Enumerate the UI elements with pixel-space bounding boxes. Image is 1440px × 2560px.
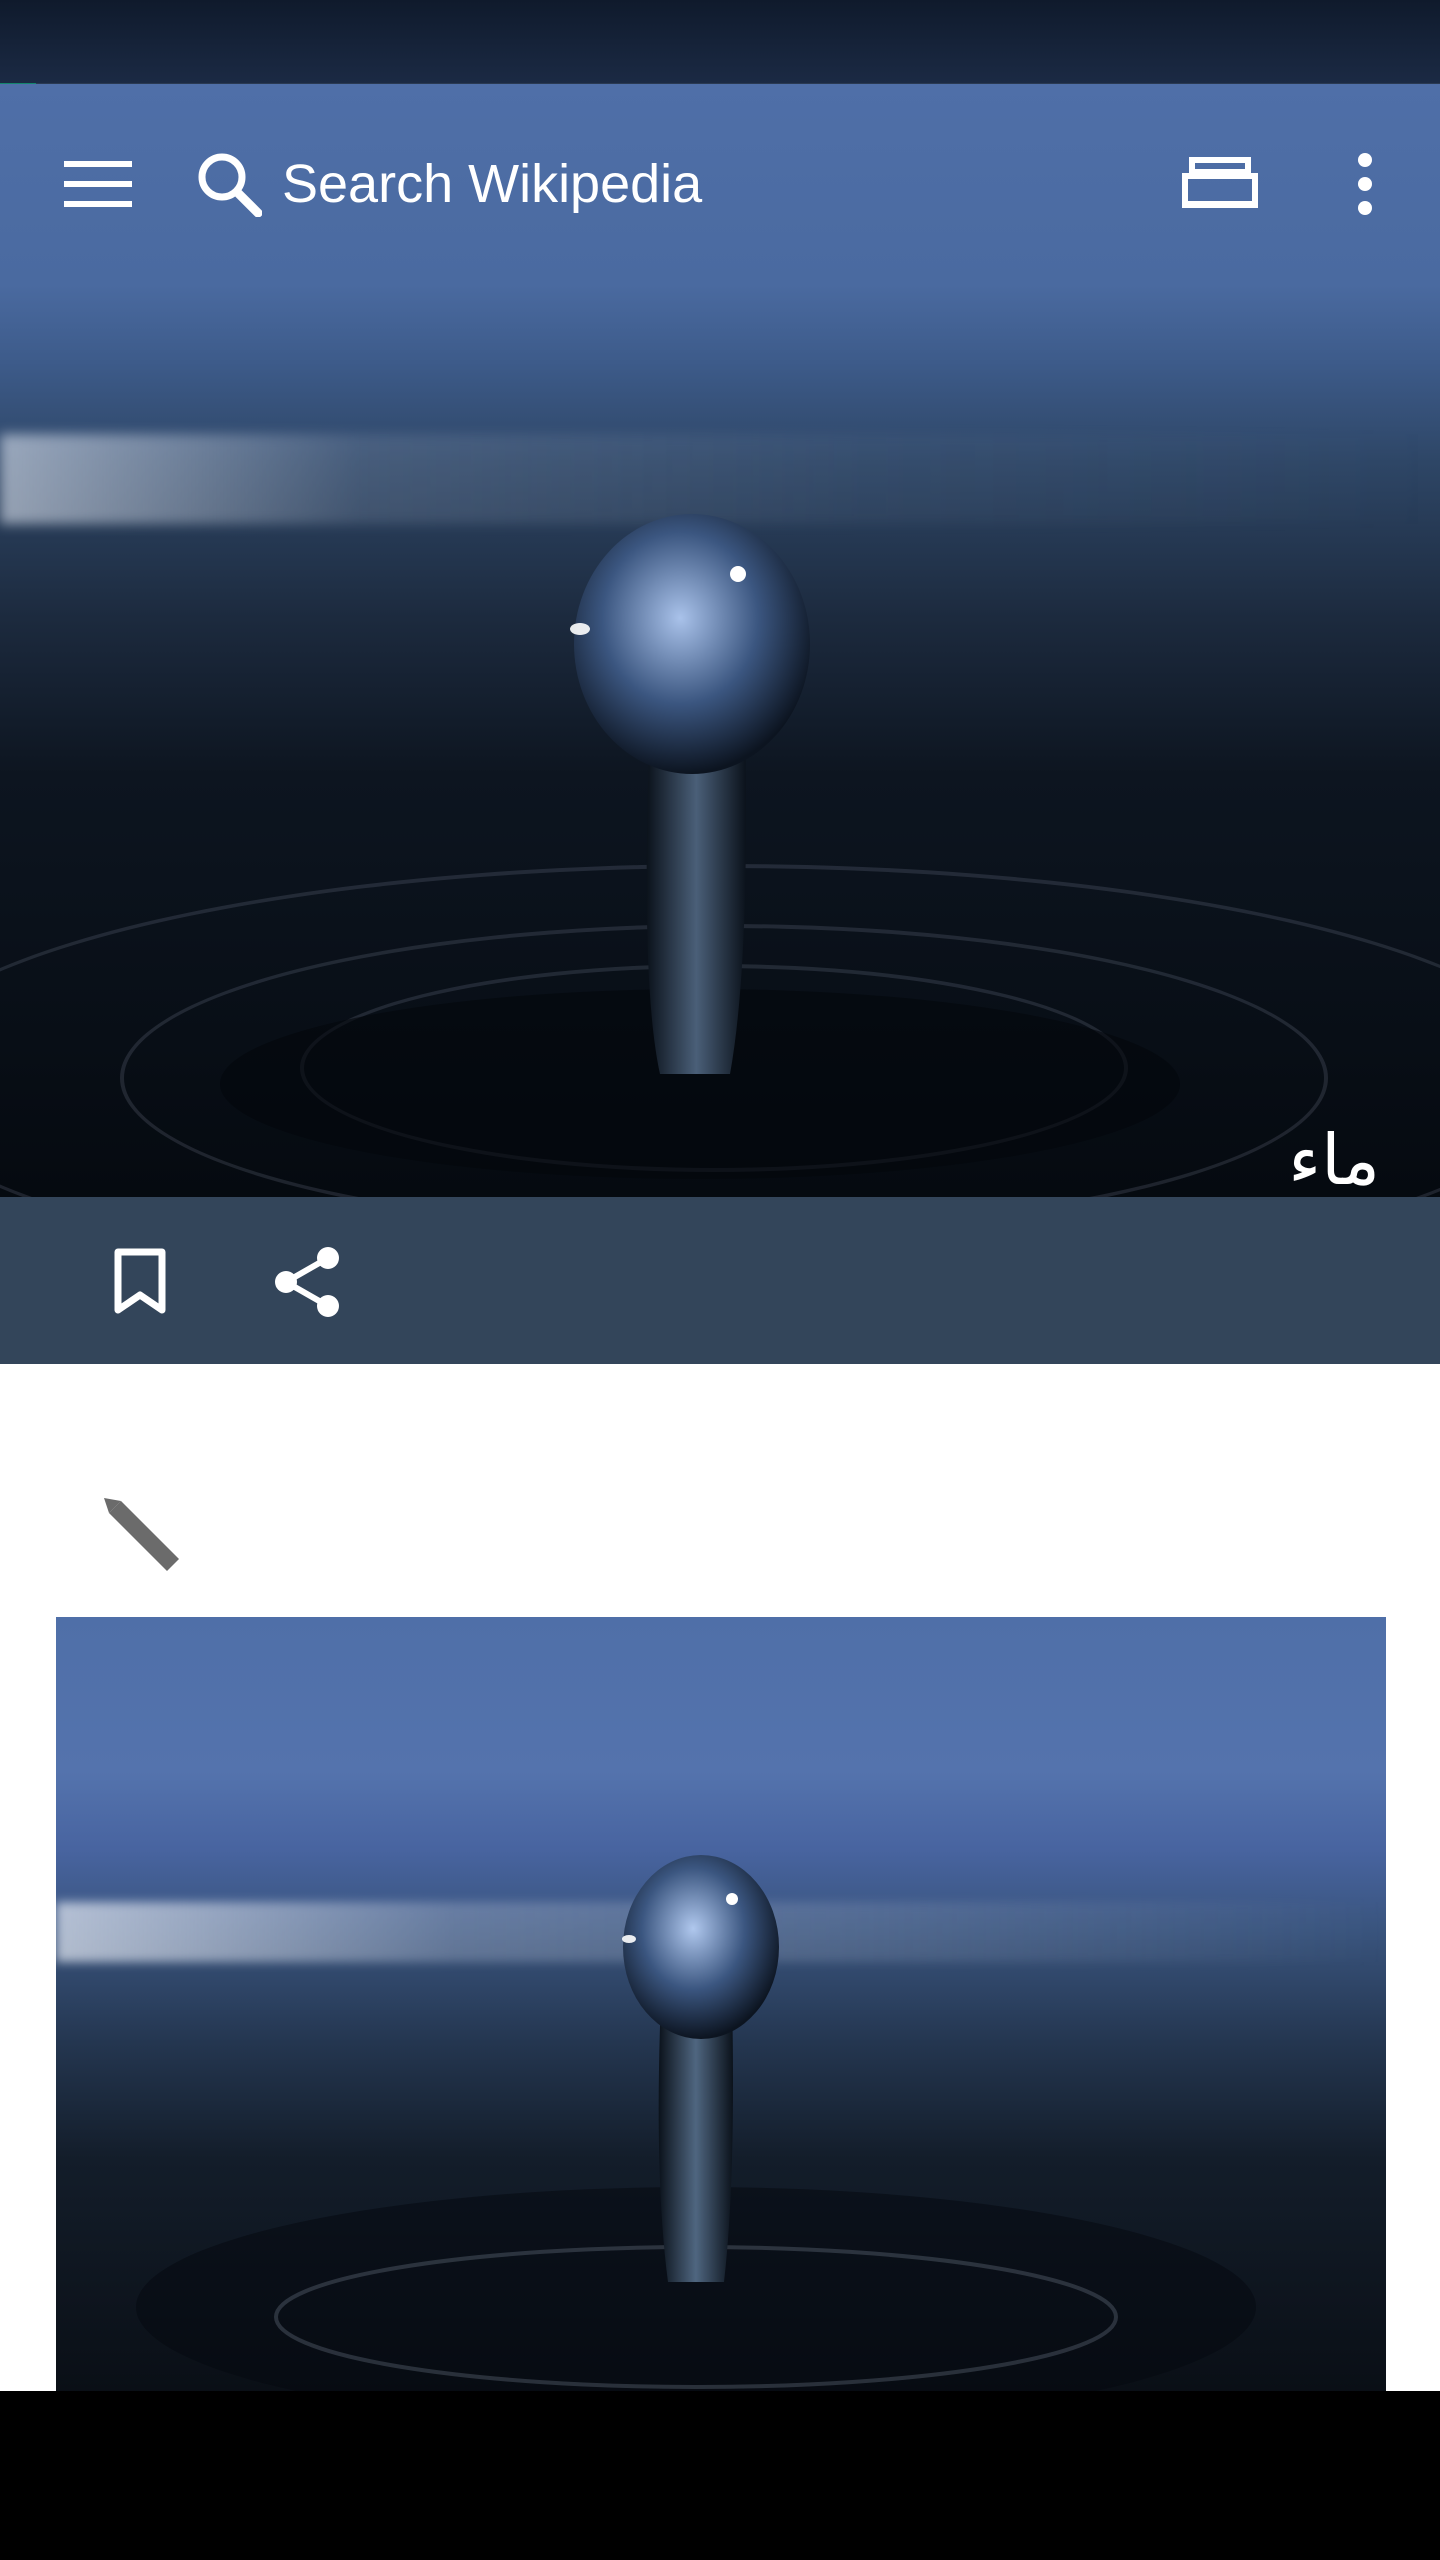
search-icon [198,153,262,217]
system-navigation-bar [0,2391,1440,2560]
article-content [0,1364,1440,2391]
article-figure-image[interactable] [56,1617,1386,2391]
edit-section-button[interactable] [96,1490,186,1580]
overflow-menu-button[interactable] [1320,139,1410,229]
search-placeholder: Search Wikipedia [282,153,703,214]
share-button[interactable] [258,1232,358,1332]
tabs-icon [1182,157,1258,208]
pencil-icon [104,1498,179,1571]
bookmark-button[interactable] [90,1232,190,1332]
article-title: ماء [1288,1119,1380,1197]
overflow-menu-icon [1358,153,1372,215]
search-bar[interactable]: Search Wikipedia [196,91,702,276]
water-drop-image [136,1855,1256,2391]
status-bar [0,0,1440,84]
hamburger-menu-icon [64,161,132,207]
article-action-bar [0,1197,1440,1364]
top-toolbar: Search Wikipedia [0,91,1440,276]
menu-button[interactable] [48,139,148,229]
share-icon [275,1247,339,1317]
tabs-button[interactable] [1170,139,1270,229]
bookmark-icon [114,1248,166,1314]
